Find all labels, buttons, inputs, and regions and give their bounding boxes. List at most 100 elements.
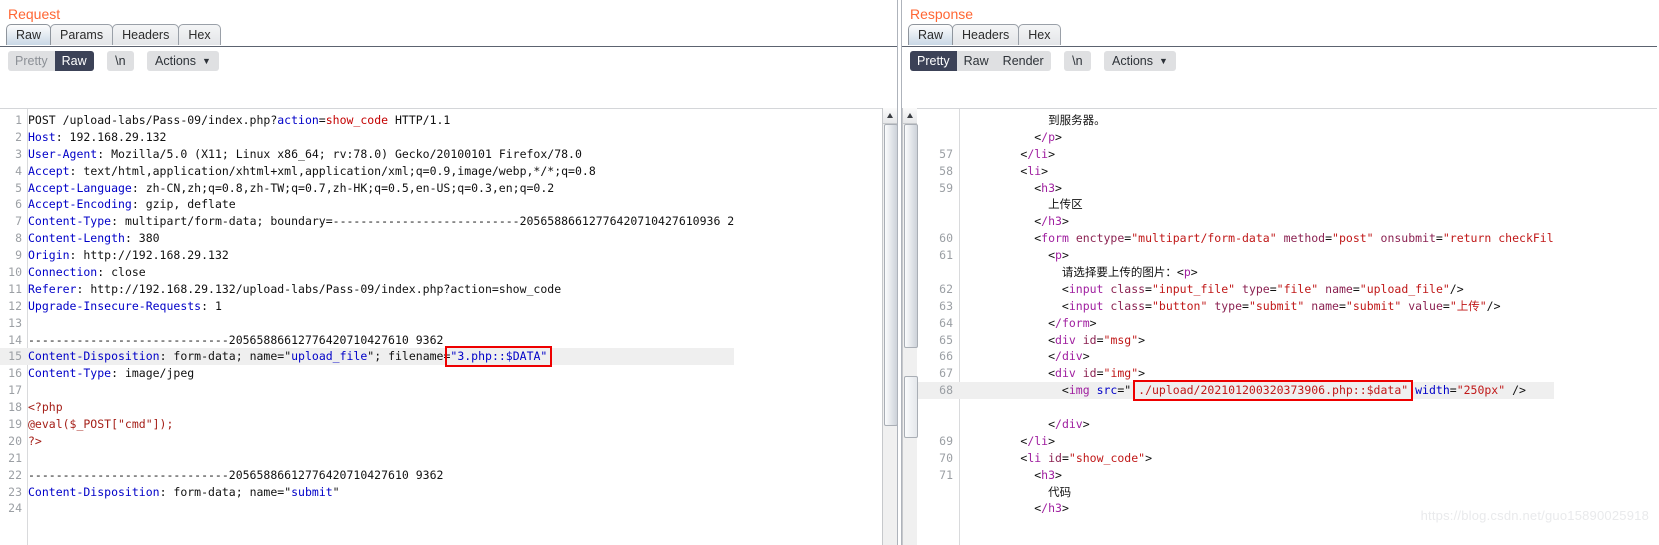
scroll-up-arrow-icon[interactable] xyxy=(883,108,897,124)
response-line-number: 62 xyxy=(939,281,953,296)
request-token: HTTP/1.1 xyxy=(388,113,451,127)
response-line-text: 上传区 xyxy=(965,197,1083,211)
response-token: > xyxy=(1138,366,1146,381)
response-tab-hex[interactable]: Hex xyxy=(1018,24,1061,45)
response-tab-headers[interactable]: Headers xyxy=(952,24,1020,45)
response-token: < xyxy=(965,214,1042,229)
response-token: = xyxy=(1145,298,1152,313)
response-line-text: <img src=" ./upload/202101200320373906.p… xyxy=(965,380,1526,402)
response-code-line: </h3> xyxy=(917,500,1554,517)
response-token: "img" xyxy=(1103,366,1139,381)
request-mode-raw[interactable]: Raw xyxy=(54,51,94,71)
response-code-line: 62 <input class="input_file" type="file"… xyxy=(917,281,1554,298)
response-token: div xyxy=(1055,332,1076,347)
response-token: div xyxy=(1055,366,1076,381)
request-line-number: 24 xyxy=(8,501,22,516)
response-token: < xyxy=(965,163,1028,178)
response-tab-raw[interactable]: Raw xyxy=(908,24,954,45)
response-token: class xyxy=(1110,281,1146,296)
chevron-down-icon: ▼ xyxy=(202,56,211,66)
request-line-number: 3 xyxy=(15,146,22,161)
response-code-line: 65 <div id="msg"> xyxy=(917,332,1554,349)
request-token: show_code xyxy=(325,113,389,127)
response-token xyxy=(1076,333,1083,347)
response-editor[interactable]: 到服务器。 </p> 57 </li> 58 <li> 59 <h3> 上传区 </h… xyxy=(917,108,1657,545)
response-token: > xyxy=(1082,417,1090,432)
response-token: < xyxy=(965,231,1042,246)
response-token: 代码 xyxy=(965,484,1072,499)
request-token: : form-data; name= xyxy=(159,484,285,499)
scroll-up-arrow-icon[interactable] xyxy=(903,108,917,124)
response-scrollbar[interactable] xyxy=(902,108,918,545)
request-scrollbar[interactable] xyxy=(882,108,898,545)
response-token: > xyxy=(1048,433,1056,448)
request-code-line: 21 xyxy=(0,450,734,467)
response-line-number: 67 xyxy=(939,366,953,381)
response-line-text: <li id="show_code"> xyxy=(965,451,1152,465)
response-scrollbar-thumb-secondary[interactable] xyxy=(904,376,918,438)
response-code-line: 66 </div> xyxy=(917,348,1554,365)
response-actions-label: Actions xyxy=(1112,54,1154,68)
response-scrollbar-thumb[interactable] xyxy=(904,124,918,348)
request-code-line: 9 Origin: http://192.168.29.132 xyxy=(0,247,734,264)
response-token: < xyxy=(965,146,1028,161)
request-mode-pretty[interactable]: Pretty xyxy=(8,51,55,71)
response-token: = xyxy=(1061,450,1069,465)
request-newline-button[interactable]: \n xyxy=(107,51,134,71)
response-code-line: 59 <h3> xyxy=(917,180,1554,197)
response-token: /li xyxy=(1027,433,1049,448)
response-view-mode-group[interactable]: Pretty Raw Render xyxy=(910,51,1051,71)
response-code-line: 上传区 xyxy=(917,196,1554,213)
response-token: type xyxy=(1214,298,1243,313)
response-token: < xyxy=(965,180,1042,195)
response-actions-button[interactable]: Actions ▼ xyxy=(1104,51,1176,71)
request-view-mode-group[interactable]: Pretty Raw xyxy=(8,51,94,71)
response-token xyxy=(1374,231,1381,245)
response-token: h3 xyxy=(1041,467,1056,482)
response-token: > xyxy=(1055,180,1062,195)
response-line-text: <input class="button" type="submit" name… xyxy=(965,299,1501,313)
request-actions-button[interactable]: Actions ▼ xyxy=(147,51,219,71)
request-tabstrip: Raw Params Headers Hex xyxy=(0,24,897,47)
request-tab-params[interactable]: Params xyxy=(50,24,114,45)
request-editor[interactable]: 1 POST /upload-labs/Pass-09/index.php?act… xyxy=(0,108,897,545)
request-token: = xyxy=(318,113,326,127)
response-token: p xyxy=(1055,248,1062,263)
response-token: < xyxy=(965,349,1056,364)
response-line-text: <input class="input_file" type="file" na… xyxy=(965,282,1464,296)
request-code-line: 23 Content-Disposition: form-data; name= "… xyxy=(0,484,734,501)
response-newline-button[interactable]: \n xyxy=(1064,51,1091,71)
response-token xyxy=(1069,231,1076,245)
response-mode-render[interactable]: Render xyxy=(996,51,1051,71)
request-token: : close xyxy=(97,265,146,280)
request-line-text: -----------------------------20565886612… xyxy=(28,333,443,347)
response-token: < xyxy=(965,417,1056,432)
request-token: : multipart/form-data; boundary=--------… xyxy=(111,214,735,229)
request-code-line: 6 Accept-Encoding: gzip, deflate xyxy=(0,196,734,213)
burp-repeater-window: Request Raw Params Headers Hex Pretty Raw \n… xyxy=(0,0,1659,545)
response-line-text: <h3> xyxy=(965,468,1062,482)
response-token: "file" xyxy=(1276,281,1319,296)
request-line-number: 17 xyxy=(8,383,22,398)
request-token: Upgrade-Insecure-Requests xyxy=(28,298,202,313)
request-line-text: <?php xyxy=(28,400,63,414)
request-tab-hex[interactable]: Hex xyxy=(178,24,221,45)
request-tab-headers[interactable]: Headers xyxy=(112,24,180,45)
response-code-line: 70 <li id="show_code"> xyxy=(917,450,1554,467)
response-line-number: 60 xyxy=(939,231,953,246)
response-mode-pretty[interactable]: Pretty xyxy=(910,51,957,71)
response-line-text: <p> xyxy=(965,248,1069,262)
request-line-number: 4 xyxy=(15,163,22,178)
request-line-text: Accept-Language: zh-CN,zh;q=0.8,zh-TW;q=… xyxy=(28,181,554,195)
request-scrollbar-thumb[interactable] xyxy=(884,124,898,426)
response-line-number: 61 xyxy=(939,248,953,263)
request-tab-raw[interactable]: Raw xyxy=(6,24,52,45)
request-token: Origin xyxy=(28,248,70,263)
response-token: > xyxy=(1055,467,1062,482)
response-token: /> xyxy=(1505,383,1526,398)
response-token: = xyxy=(1449,383,1457,398)
request-token: : http://192.168.29.132 xyxy=(69,248,229,263)
response-mode-raw[interactable]: Raw xyxy=(957,51,996,71)
response-token: "return checkFil xyxy=(1442,231,1554,246)
response-token: /> xyxy=(1486,298,1501,313)
